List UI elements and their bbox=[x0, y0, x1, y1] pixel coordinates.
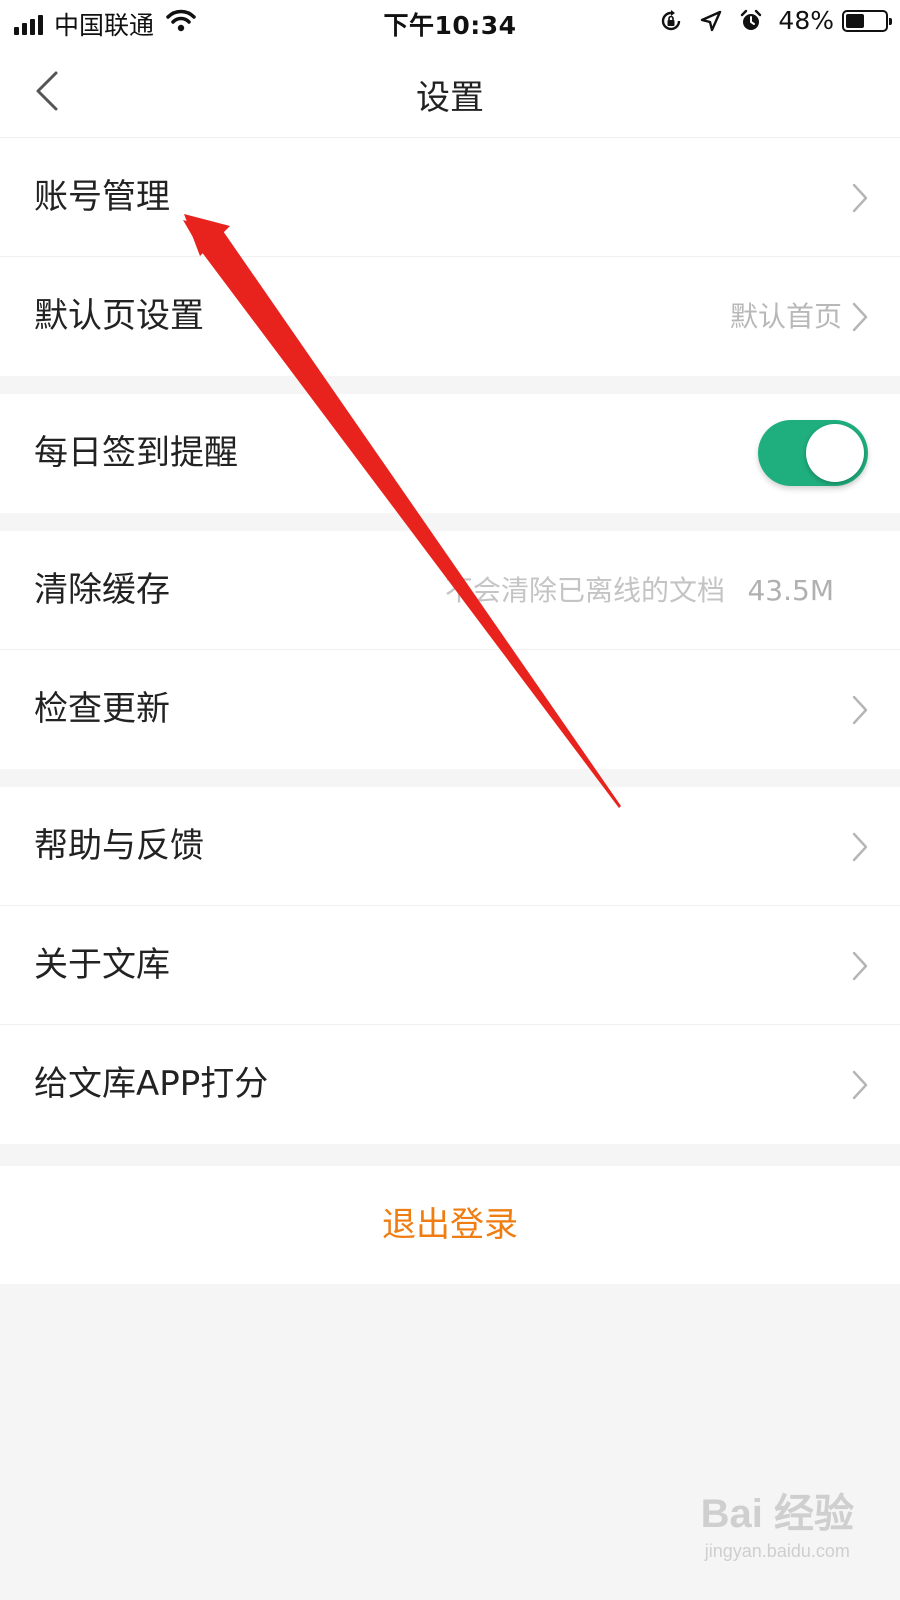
row-label: 清除缓存 bbox=[34, 570, 170, 610]
alarm-icon bbox=[738, 8, 764, 34]
nav-bar: 设置 bbox=[0, 46, 900, 138]
row-label: 帮助与反馈 bbox=[34, 826, 204, 866]
watermark-logo: Bai 经验 bbox=[700, 1492, 854, 1536]
row-account-management[interactable]: 账号管理 bbox=[0, 138, 900, 257]
orientation-lock-icon bbox=[658, 8, 684, 34]
row-help-feedback[interactable]: 帮助与反馈 bbox=[0, 787, 900, 906]
toggle-knob bbox=[806, 424, 864, 482]
row-label: 每日签到提醒 bbox=[34, 433, 238, 473]
row-label: 账号管理 bbox=[34, 177, 170, 217]
status-right: 48% bbox=[644, 6, 892, 35]
row-value: 默认首页 bbox=[729, 300, 842, 333]
chevron-right-icon bbox=[852, 832, 868, 862]
row-label: 给文库APP打分 bbox=[34, 1064, 269, 1104]
row-label: 默认页设置 bbox=[34, 296, 204, 336]
settings-group-reminder: 每日签到提醒 bbox=[0, 394, 900, 513]
page-title: 设置 bbox=[416, 78, 484, 118]
settings-group-account: 账号管理 默认页设置 默认首页 bbox=[0, 138, 900, 376]
watermark-url: jingyan.baidu.com bbox=[704, 1541, 850, 1561]
chevron-right-icon bbox=[852, 1070, 868, 1100]
logout-button[interactable]: 退出登录 bbox=[0, 1166, 900, 1284]
row-default-page[interactable]: 默认页设置 默认首页 bbox=[0, 257, 900, 376]
cache-size: 43.5M bbox=[747, 574, 834, 607]
cache-note: 不会清除已离线的文档 bbox=[444, 574, 725, 607]
daily-checkin-toggle[interactable] bbox=[758, 420, 868, 486]
location-icon bbox=[698, 8, 724, 34]
battery-level bbox=[846, 13, 864, 28]
settings-page: 中国联通 下午10:34 48% 设置 账号管理 默认页设置 默认首页 每日签到… bbox=[0, 0, 900, 1600]
row-label: 关于文库 bbox=[34, 945, 170, 985]
row-about-library[interactable]: 关于文库 bbox=[0, 906, 900, 1025]
chevron-right-icon bbox=[852, 951, 868, 981]
row-rate-app[interactable]: 给文库APP打分 bbox=[0, 1025, 900, 1144]
battery-icon bbox=[842, 9, 892, 32]
chevron-right-icon bbox=[852, 302, 868, 332]
watermark: Bai 经验 jingyan.baidu.com bbox=[701, 1481, 854, 1562]
row-check-update[interactable]: 检查更新 bbox=[0, 650, 900, 769]
settings-group-cache: 清除缓存 不会清除已离线的文档 43.5M 检查更新 bbox=[0, 531, 900, 769]
status-bar: 中国联通 下午10:34 48% bbox=[0, 0, 900, 46]
battery-percent: 48% bbox=[778, 6, 834, 35]
row-clear-cache[interactable]: 清除缓存 不会清除已离线的文档 43.5M bbox=[0, 531, 900, 650]
logout-group: 退出登录 bbox=[0, 1166, 900, 1284]
settings-group-about: 帮助与反馈 关于文库 给文库APP打分 bbox=[0, 787, 900, 1144]
chevron-right-icon bbox=[852, 695, 868, 725]
row-daily-checkin: 每日签到提醒 bbox=[0, 394, 900, 513]
row-label: 检查更新 bbox=[34, 689, 170, 729]
chevron-right-icon bbox=[852, 183, 868, 213]
